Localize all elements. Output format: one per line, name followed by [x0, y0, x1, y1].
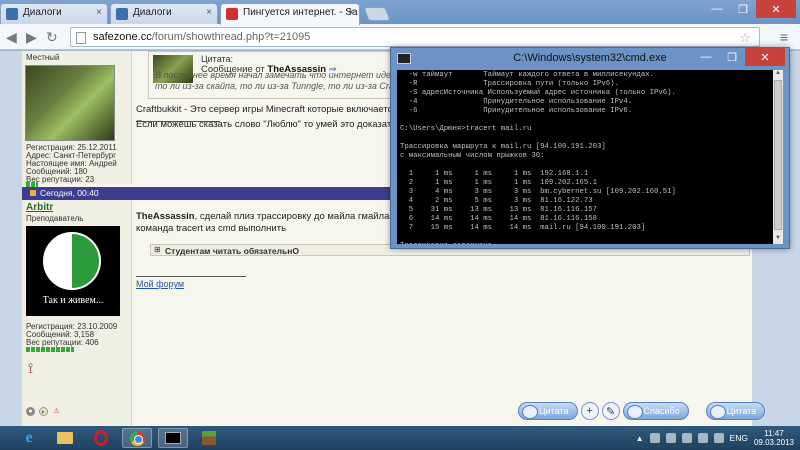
close-tab-icon[interactable]: ×	[348, 7, 354, 18]
offline-status-icon: ●	[26, 407, 35, 416]
signature-text: Если можешь сказать слово "Люблю" то уме…	[136, 119, 415, 130]
system-tray: ▲ ENG 11:47 09.03.2013	[636, 429, 794, 447]
quote-button[interactable]: Цитата	[705, 402, 766, 420]
windows-taskbar: e ▲ ENG 11:47 09.03.2013	[0, 426, 800, 450]
scroll-up-icon[interactable]: ▲	[773, 70, 783, 79]
reload-icon[interactable]: ↻	[46, 29, 58, 46]
network-icon[interactable]	[697, 433, 708, 443]
user-avatar[interactable]: Так и живем...	[26, 226, 120, 316]
back-icon[interactable]: ◀	[6, 29, 17, 46]
tab-label: Диалоги	[23, 7, 62, 18]
close-tab-icon[interactable]: ×	[206, 7, 212, 18]
minecraft-icon	[202, 431, 216, 445]
taskbar-explorer[interactable]	[50, 428, 80, 448]
cmd-icon	[165, 432, 181, 444]
browser-tab-strip: Диалоги × Диалоги × Пингуется интернет. …	[0, 0, 800, 25]
browser-tab[interactable]: Диалоги ×	[110, 3, 218, 24]
close-tab-icon[interactable]: ×	[96, 7, 102, 18]
cmd-title: C:\Windows\system32\cmd.exe	[513, 52, 667, 64]
chrome-icon	[129, 430, 145, 446]
scroll-thumb[interactable]	[774, 80, 782, 230]
show-hidden-icons-icon[interactable]: ▲	[636, 434, 644, 443]
site-favicon-icon	[6, 8, 18, 20]
url-host: safezone.cc	[93, 31, 152, 43]
taskbar-minecraft[interactable]	[194, 428, 224, 448]
post-author-sidebar: Arbitr Преподаватель Так и живем... Реги…	[22, 200, 132, 426]
new-tab-button[interactable]	[363, 7, 391, 21]
post-actions: Цитата + ✎ Спасибо Цитата	[518, 401, 766, 421]
page-icon	[76, 32, 86, 44]
site-favicon-icon	[116, 8, 128, 20]
avatar-caption: Так и живем...	[42, 295, 104, 306]
my-forum-link[interactable]: Мой форум	[136, 279, 184, 289]
reputation-icon[interactable]: ◐	[39, 407, 48, 416]
taskbar-chrome[interactable]	[122, 428, 152, 448]
post-action-icons: ● ◐ ⚠	[26, 407, 61, 416]
user-reputation: Вес репутации: 406	[26, 338, 99, 347]
browser-menu-icon[interactable]: ≡	[780, 29, 788, 45]
scroll-down-icon[interactable]: ▼	[773, 235, 783, 244]
mention-author: TheAssassin	[136, 211, 195, 222]
quote-text-line: то ли из-за скайпа, то ли из-за Tunngle,…	[155, 81, 399, 91]
maximize-icon[interactable]: ❐	[730, 0, 756, 18]
volume-icon[interactable]	[713, 433, 724, 443]
taskbar-ie[interactable]: e	[14, 428, 44, 448]
award-icon: ⟟	[28, 360, 34, 376]
close-window-icon[interactable]: ✕	[745, 48, 785, 66]
url-path: /forum/showthread.php?t=21095	[151, 31, 311, 43]
minimize-icon[interactable]: —	[704, 0, 730, 18]
tab-label: Диалоги	[133, 7, 172, 18]
avatar-emblem	[43, 232, 101, 290]
folder-icon	[57, 432, 73, 444]
quote-text-line: В последнее время начал замечать что инт…	[155, 70, 413, 80]
forward-icon[interactable]: ▶	[26, 29, 37, 46]
internet-explorer-icon: e	[25, 429, 33, 446]
taskbar-cmd[interactable]	[158, 428, 188, 448]
post-text: Craftbukkit - Это сервер игры Minecraft …	[136, 104, 410, 115]
thanks-button[interactable]: Спасибо	[622, 402, 689, 420]
clock[interactable]: 11:47 09.03.2013	[754, 429, 794, 447]
browser-tab[interactable]: Диалоги ×	[0, 3, 108, 24]
reply-icon[interactable]: ✎	[601, 402, 620, 420]
taskbar-opera[interactable]	[86, 428, 116, 448]
quote-label: Цитата:	[201, 54, 234, 64]
user-status: Местный	[26, 53, 60, 62]
language-indicator[interactable]: ENG	[730, 433, 748, 443]
author-name[interactable]: Arbitr	[26, 202, 53, 213]
report-icon[interactable]: ⚠	[52, 407, 61, 416]
post-author-sidebar: Местный Регистрация: 25.12.2011 Адрес: С…	[22, 51, 132, 184]
clock-time: 11:47	[764, 429, 784, 438]
tray-app-icon[interactable]	[665, 433, 676, 443]
multi-quote-icon[interactable]: +	[580, 402, 599, 420]
tray-app-icon[interactable]	[649, 433, 660, 443]
reputation-bar	[26, 347, 74, 352]
close-window-icon[interactable]: ✕	[756, 0, 796, 18]
minimize-icon[interactable]: —	[693, 48, 719, 66]
user-avatar[interactable]	[25, 65, 115, 141]
tray-app-icon[interactable]	[681, 433, 692, 443]
quote-button[interactable]: Цитата	[518, 402, 578, 420]
cmd-window: C:\Windows\system32\cmd.exe — ❐ ✕ -w тай…	[390, 47, 790, 249]
cmd-console-output[interactable]: -w таймаут Таймаут каждого ответа в милл…	[397, 70, 775, 244]
bookmark-star-icon[interactable]: ☆	[739, 30, 751, 46]
post-text: TheAssassin, сделай плиз трассировку до …	[136, 211, 417, 222]
cmd-scrollbar[interactable]: ▲ ▼	[773, 70, 783, 244]
post-text-line: , сделай плиз трассировку до майла гмайл…	[194, 211, 418, 222]
browser-tab-active[interactable]: Пингуется интернет. - Sa ×	[220, 3, 360, 25]
tab-label: Пингуется интернет. - Sa	[243, 7, 358, 18]
user-role: Преподаватель	[26, 214, 84, 223]
window-controls: — ❐ ✕	[704, 0, 796, 18]
clock-date: 09.03.2013	[753, 438, 794, 447]
cmd-window-controls: — ❐ ✕	[693, 48, 785, 66]
signature-divider	[136, 276, 246, 277]
site-favicon-icon	[226, 8, 238, 20]
post-text-line: команда tracert из cmd выполнить	[136, 223, 287, 234]
cmd-title-bar[interactable]: C:\Windows\system32\cmd.exe — ❐ ✕	[391, 48, 789, 70]
cmd-icon	[397, 53, 411, 64]
opera-icon	[94, 430, 108, 446]
address-bar[interactable]: safezone.cc/forum/showthread.php?t=21095…	[70, 27, 760, 47]
maximize-icon[interactable]: ❐	[719, 48, 745, 66]
